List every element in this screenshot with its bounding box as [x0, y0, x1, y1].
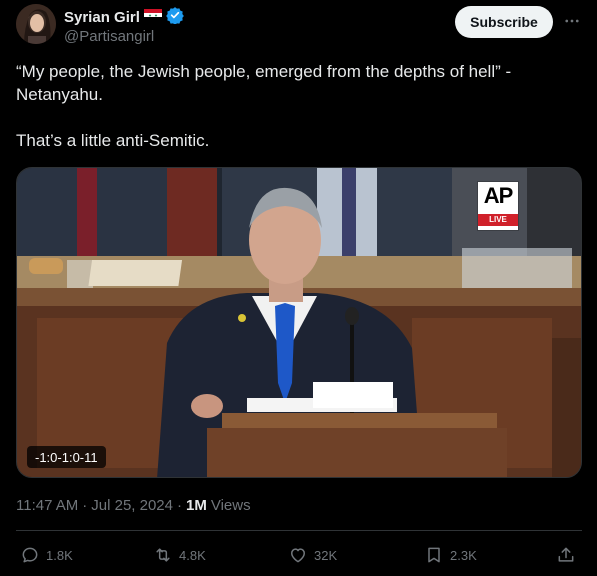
meta-separator: · — [177, 497, 182, 514]
meta-separator: · — [82, 497, 88, 514]
post-meta: 11:47 AM · Jul 25, 2024 · 1M Views — [16, 497, 251, 514]
views-count: 1M — [186, 497, 207, 514]
reply-button[interactable]: 1.8K — [20, 540, 73, 570]
share-icon — [556, 545, 576, 565]
heart-icon — [288, 545, 308, 565]
bookmark-icon — [424, 545, 444, 565]
divider — [16, 530, 582, 531]
author-display-name[interactable]: Syrian Girl — [64, 9, 140, 26]
repost-count: 4.8K — [179, 547, 206, 563]
bookmark-button[interactable]: 2.3K — [424, 540, 477, 570]
tweet-paragraph: “My people, the Jewish people, emerged f… — [16, 62, 512, 104]
action-bar: 1.8K 4.8K 32K 2.3K — [16, 540, 582, 570]
ap-watermark-text: AP — [483, 183, 514, 208]
ap-watermark: AP LIVE — [478, 182, 518, 230]
author-handle[interactable]: @Partisangirl — [64, 28, 154, 45]
author-avatar[interactable] — [16, 4, 56, 44]
repost-icon — [153, 545, 173, 565]
post-date[interactable]: Jul 25, 2024 — [91, 497, 173, 514]
subscribe-button[interactable]: Subscribe — [455, 6, 553, 38]
post-time[interactable]: 11:47 AM — [16, 497, 78, 514]
author-name-row: Syrian Girl — [64, 6, 184, 29]
more-options-icon[interactable] — [561, 10, 583, 32]
like-button[interactable]: 32K — [288, 540, 337, 570]
tweet-video[interactable]: AP LIVE -1:0-1:0-11 — [16, 167, 582, 478]
verified-badge-icon[interactable] — [166, 6, 184, 29]
tweet-paragraph: That’s a little anti-Semitic. — [16, 131, 210, 150]
reply-icon — [20, 545, 40, 565]
tweet-text: “My people, the Jewish people, emerged f… — [16, 60, 576, 152]
repost-button[interactable]: 4.8K — [153, 540, 206, 570]
bookmark-count: 2.3K — [450, 547, 477, 563]
reply-count: 1.8K — [46, 547, 73, 563]
video-timestamp-badge: -1:0-1:0-11 — [27, 446, 106, 468]
share-button[interactable] — [556, 540, 576, 570]
live-tag: LIVE — [478, 214, 518, 226]
views-label: Views — [210, 497, 251, 514]
syria-flag-icon — [143, 8, 162, 26]
tweet-post: Syrian Girl @Partisangirl Subscribe “My … — [0, 0, 597, 576]
like-count: 32K — [314, 547, 338, 563]
